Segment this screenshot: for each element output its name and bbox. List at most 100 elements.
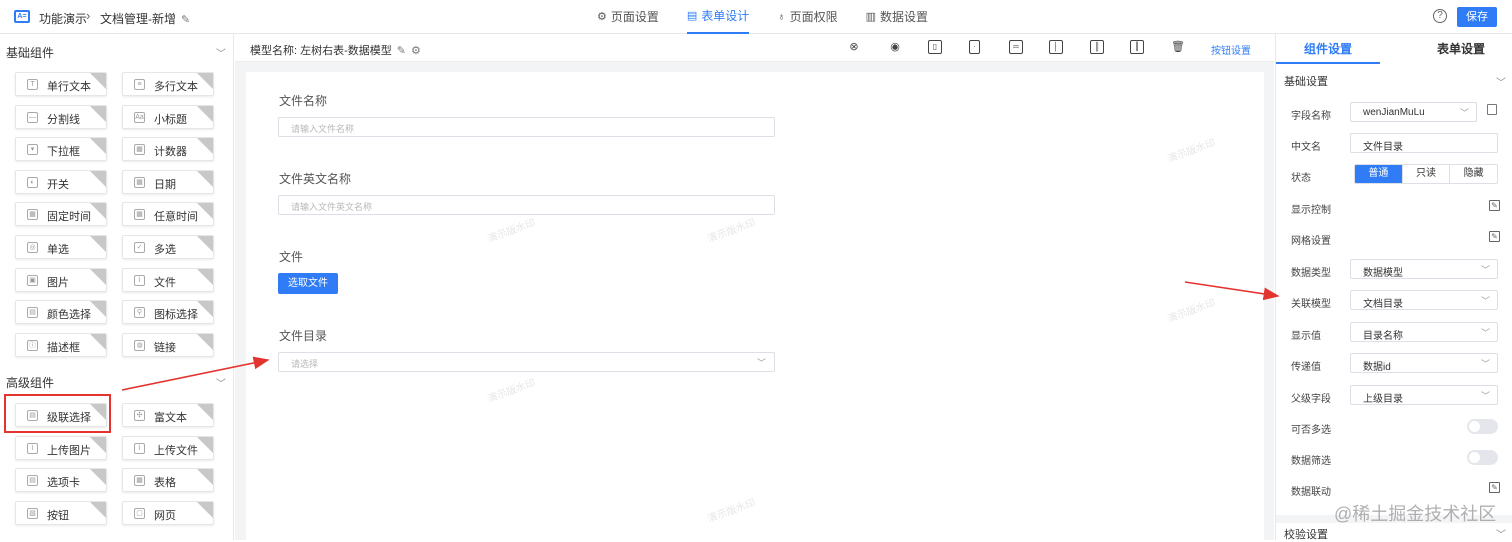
choose-file-button[interactable]: 选取文件 xyxy=(278,273,338,294)
component-type-icon: ⌇ xyxy=(134,442,145,454)
component-item[interactable]: ▦ 日期 xyxy=(122,169,214,194)
component-item[interactable]: ▧ 按钮 xyxy=(15,500,107,525)
data-filter-toggle[interactable] xyxy=(1467,450,1498,465)
pass-value-value: 数据id xyxy=(1363,362,1391,373)
watermark: 演示版水印 xyxy=(706,217,758,246)
watermark: 演示版水印 xyxy=(486,217,538,246)
component-item[interactable]: Aa 小标题 xyxy=(122,104,214,129)
component-label: 上传图片 xyxy=(47,444,91,457)
button-settings-link[interactable]: 按钮设置 xyxy=(1211,42,1251,57)
tab-component-settings[interactable]: 组件设置 xyxy=(1276,34,1380,64)
chevron-down-icon[interactable]: ﹀ xyxy=(216,375,226,390)
component-item[interactable]: ⌇ 上传文件 xyxy=(122,435,214,460)
status-normal[interactable]: 普通 xyxy=(1355,165,1402,183)
three-column-icon[interactable]: ║ xyxy=(1090,40,1104,54)
tab-page-settings[interactable]: ⚙ 页面设置 xyxy=(597,0,659,34)
eye-icon[interactable]: ◉ xyxy=(888,40,902,54)
tab-form-settings[interactable]: 表单设置 xyxy=(1409,34,1512,64)
component-label: 下拉框 xyxy=(47,146,80,159)
chevron-down-icon[interactable]: ﹀ xyxy=(216,45,226,60)
label-cn-name: 中文名 xyxy=(1291,142,1321,153)
pass-value-select[interactable]: 数据id ﹀ xyxy=(1350,353,1498,373)
component-item[interactable]: ≡ 多行文本 xyxy=(122,72,214,96)
component-item[interactable]: — 分割线 xyxy=(15,104,107,129)
data-type-select[interactable]: 数据模型 ﹀ xyxy=(1350,259,1498,279)
component-label: 分割线 xyxy=(47,113,80,126)
save-button[interactable]: 保存 xyxy=(1457,7,1497,27)
status-hidden[interactable]: 隐藏 xyxy=(1449,165,1497,183)
component-item[interactable]: ▣ 图片 xyxy=(15,267,107,292)
display-value-select[interactable]: 目录名称 ﹀ xyxy=(1350,322,1498,342)
component-item[interactable]: ⌇ 上传图片 xyxy=(15,435,107,460)
file-directory-select[interactable]: 请选择 ﹀ xyxy=(278,352,775,372)
trash-icon[interactable]: 🗑 xyxy=(1171,40,1185,54)
field-name-select[interactable]: wenJianMuLu ﹀ xyxy=(1350,102,1477,122)
component-item[interactable]: ⌇ 文件 xyxy=(122,267,214,292)
component-item[interactable]: ▦ 计数器 xyxy=(122,137,214,162)
component-item[interactable]: ⓘ 描述框 xyxy=(15,332,107,357)
site-watermark: @稀土掘金技术社区 xyxy=(1334,504,1497,524)
component-type-icon: ▦ xyxy=(134,144,145,156)
corner-mark xyxy=(90,501,106,518)
multi-select-toggle[interactable] xyxy=(1467,419,1498,434)
gear-icon[interactable]: ⚙ xyxy=(411,44,421,57)
component-item[interactable]: ◎ 单选 xyxy=(15,235,107,259)
related-model-select[interactable]: 文档目录 ﹀ xyxy=(1350,290,1498,310)
component-label: 开关 xyxy=(47,178,69,191)
edit-pencil-icon[interactable]: ✎ xyxy=(397,44,406,57)
component-label: 富文本 xyxy=(154,412,187,424)
component-item[interactable]: ▤ 选项卡 xyxy=(15,468,107,493)
gear-icon: ⚙ xyxy=(597,11,607,23)
component-panel: 基础组件 ﹀ T 单行文本 ≡ 多行文本 — 分割线 Aa 小标题 ▾ 下拉框 ▦ 计数器 ◐ 开关 ▦ 日期… xyxy=(0,34,234,540)
chevron-down-icon[interactable]: ﹀ xyxy=(1496,74,1506,89)
component-item[interactable]: ◍ 链接 xyxy=(122,332,214,357)
edit-icon[interactable]: ✎ xyxy=(1489,200,1500,211)
component-item[interactable]: ▢ 网页 xyxy=(122,500,214,525)
corner-mark xyxy=(197,236,213,252)
label-multi-select: 可否多选 xyxy=(1291,425,1331,436)
component-item[interactable]: ⚲ 图标选择 xyxy=(122,300,214,325)
component-item[interactable]: ▦ 固定时间 xyxy=(15,202,107,227)
file-name-input[interactable]: 请输入文件名称 xyxy=(278,117,775,137)
component-item[interactable]: ◐ 开关 xyxy=(15,169,107,194)
corner-mark xyxy=(197,73,213,89)
component-item[interactable]: ▦ 任意时间 xyxy=(122,202,214,227)
corner-mark xyxy=(197,170,213,187)
one-column-icon[interactable]: ═ xyxy=(1009,40,1023,54)
desktop-icon[interactable]: ▯ xyxy=(928,40,942,54)
component-type-icon: Aa xyxy=(134,111,145,123)
field-name-value: wenJianMuLu xyxy=(1363,107,1425,118)
tab-label: 页面权限 xyxy=(789,10,838,24)
link-icon[interactable]: ⊗ xyxy=(847,40,861,54)
label-display-control: 显示控制 xyxy=(1291,205,1331,216)
chevron-down-icon: ﹀ xyxy=(1480,328,1490,338)
cn-name-input[interactable]: 文件目录 xyxy=(1350,133,1498,153)
placeholder: 请选择 xyxy=(291,359,319,369)
edit-icon[interactable]: ✎ xyxy=(1489,482,1500,493)
component-type-icon: ◍ xyxy=(134,339,145,351)
component-item[interactable]: ▾ 下拉框 xyxy=(15,137,107,162)
component-item[interactable]: ✣ 富文本 xyxy=(122,403,214,427)
tab-data-settings[interactable]: ▥ 数据设置 xyxy=(866,0,928,34)
chevron-down-icon[interactable]: ﹀ xyxy=(1496,526,1506,541)
component-type-icon: ✓ xyxy=(134,242,145,253)
tab-form-design[interactable]: ▤ 表单设计 xyxy=(686,0,750,34)
component-item[interactable]: ▤ 颜色选择 xyxy=(15,300,107,325)
status-readonly[interactable]: 只读 xyxy=(1401,165,1450,183)
component-item[interactable]: ✓ 多选 xyxy=(122,235,214,259)
file-en-name-input[interactable]: 请输入文件英文名称 xyxy=(278,195,775,215)
copy-icon[interactable] xyxy=(1487,104,1497,115)
component-item[interactable]: ▦ 表格 xyxy=(122,468,214,493)
edit-icon[interactable]: ✎ xyxy=(1489,231,1500,242)
tab-page-permissions[interactable]: ♁ 页面权限 xyxy=(777,0,837,34)
help-icon[interactable]: ? xyxy=(1433,9,1447,23)
component-type-icon: ▤ xyxy=(27,475,38,487)
two-column-icon[interactable]: │ xyxy=(1049,40,1063,54)
mobile-icon[interactable]: · xyxy=(969,40,980,54)
edit-pencil-icon[interactable]: ✎ xyxy=(181,13,190,26)
app-name[interactable]: 功能演示 xyxy=(39,10,87,27)
component-item[interactable]: T 单行文本 xyxy=(15,72,107,96)
canvas-toolbar: 模型名称: 左树右表-数据模型 ✎ ⚙ ⊗ ◉ ▯ · ═ │ ║ ┃ 🗑 按钮设置 xyxy=(235,34,1274,62)
parent-field-select[interactable]: 上级目录 ﹀ xyxy=(1350,385,1498,405)
four-column-icon[interactable]: ┃ xyxy=(1130,40,1144,54)
